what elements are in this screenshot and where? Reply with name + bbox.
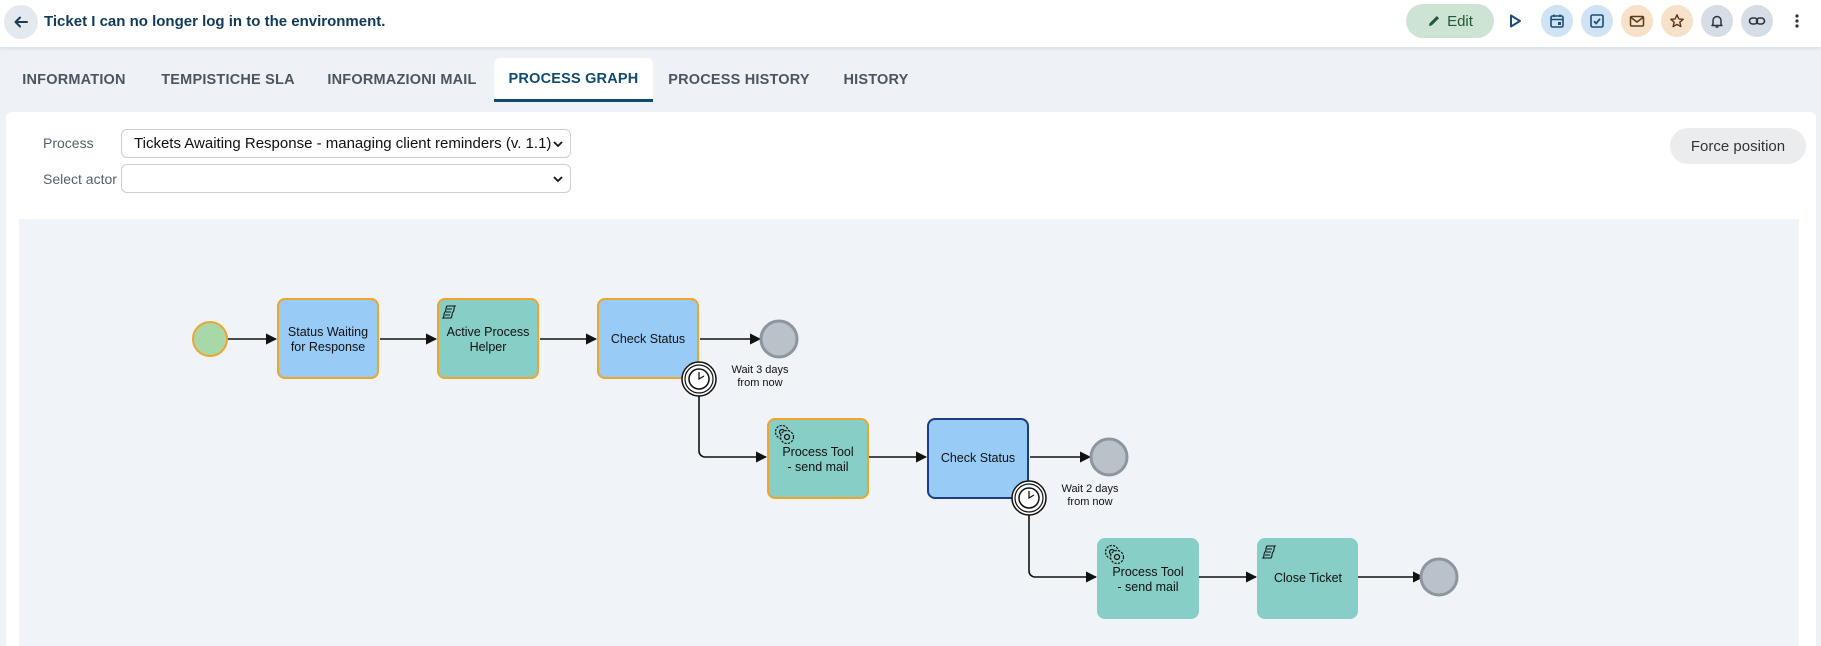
task-tool-2-line1: Process Tool [1112,565,1183,579]
task-active-helper-line1: Active Process [447,325,530,339]
actor-select[interactable] [121,164,571,193]
flow-timer-to-tool-2 [1028,511,1098,583]
tab-bar: INFORMATION TEMPISTICHE SLA INFORMAZIONI… [0,58,1821,102]
run-button[interactable] [1499,5,1531,37]
page-title: Ticket I can no longer log in to the env… [44,13,386,30]
tab-process-history[interactable]: PROCESS HISTORY [660,58,818,102]
task-status-waiting[interactable]: Status Waiting for Response [277,298,379,379]
tab-process-graph[interactable]: PROCESS GRAPH [494,58,653,102]
tab-informazioni-mail[interactable]: INFORMAZIONI MAIL [318,58,486,102]
timer-event-2[interactable] [1011,480,1047,516]
favorite-button[interactable] [1661,5,1693,37]
clock-icon [1018,487,1040,509]
start-event[interactable] [192,321,228,357]
back-button[interactable] [4,5,38,39]
process-select[interactable]: Tickets Awaiting Response - managing cli… [121,129,571,158]
task-check-status-2-label: Check Status [941,451,1015,465]
link-button[interactable] [1741,5,1773,37]
end-event-2[interactable] [1089,437,1129,477]
flow-timer-to-tool [698,393,768,463]
star-icon [1670,14,1684,28]
tab-history[interactable]: HISTORY [826,58,926,102]
task-process-tool-2[interactable]: Process Tool - send mail [1097,538,1199,619]
edit-button-label: Edit [1447,12,1473,30]
chevron-down-icon [553,176,563,183]
chevron-down-icon [553,141,563,148]
tasks-button[interactable] [1581,5,1613,37]
task-tool-2-line2: - send mail [1117,580,1178,594]
task-check-status-1[interactable]: Check Status [597,298,699,379]
more-options-button[interactable] [1781,5,1813,37]
task-active-process-helper[interactable]: Active Process Helper [437,298,539,379]
timer-2-line2: from now [1067,496,1112,508]
mail-icon [1629,15,1645,27]
more-vertical-icon [1795,14,1799,28]
timer-2-line1: Wait 2 days [1061,483,1119,495]
mail-button[interactable] [1621,5,1653,37]
task-tool-1-line2: - send mail [787,460,848,474]
checkbox-icon [1590,14,1604,28]
bell-icon [1711,15,1723,28]
process-graph-svg: Status Waiting for Response Active Proce… [192,298,1459,619]
tab-information[interactable]: INFORMATION [4,58,144,102]
process-select-value: Tickets Awaiting Response - managing cli… [134,135,552,152]
end-event-1[interactable] [759,319,799,359]
task-status-waiting-line1: Status Waiting [288,325,368,339]
calendar-button[interactable] [1541,5,1573,37]
edit-button[interactable]: Edit [1406,4,1494,38]
arrow-left-icon [14,16,28,28]
timer-1-line2: from now [737,377,782,389]
link-icon [1748,17,1766,25]
task-check-status-2[interactable]: Check Status [927,418,1029,499]
top-bar: Ticket I can no longer log in to the env… [0,0,1821,48]
task-process-tool-1[interactable]: Process Tool - send mail [767,418,869,499]
play-icon [1510,14,1521,28]
end-event-3[interactable] [1419,557,1459,597]
force-position-button[interactable]: Force position [1670,128,1806,164]
notifications-button[interactable] [1701,5,1733,37]
pencil-icon [1429,16,1440,26]
clock-icon [688,368,710,390]
timer-1-line1: Wait 3 days [731,364,789,376]
task-status-waiting-line2: for Response [291,340,365,354]
task-tool-1-line1: Process Tool [782,445,853,459]
tab-tempistiche-sla[interactable]: TEMPISTICHE SLA [148,58,308,102]
process-graph-canvas: Status Waiting for Response Active Proce… [19,219,1799,646]
process-label: Process [43,135,94,151]
actor-label: Select actor [43,171,117,187]
task-close-ticket[interactable]: Close Ticket [1257,538,1358,619]
timer-event-1[interactable] [681,361,717,397]
task-active-helper-line2: Helper [470,340,507,354]
task-check-status-1-label: Check Status [611,332,685,346]
task-close-ticket-label: Close Ticket [1274,571,1343,585]
calendar-icon [1550,14,1564,28]
